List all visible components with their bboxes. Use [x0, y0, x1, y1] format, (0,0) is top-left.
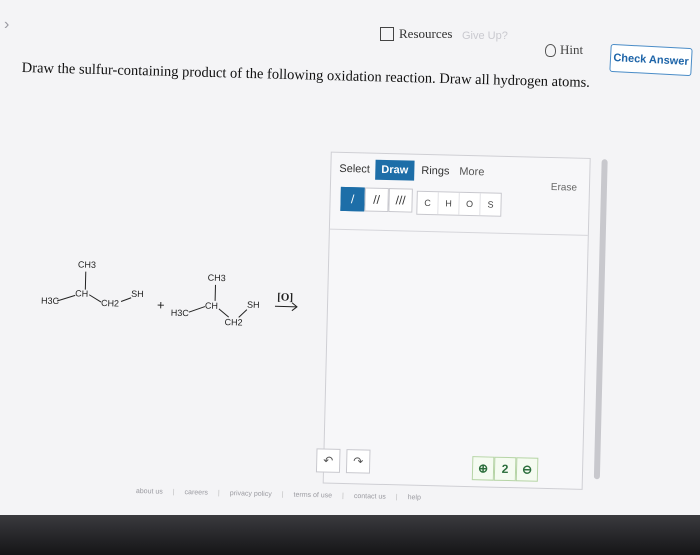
plus-sign: + — [157, 297, 165, 312]
redo-icon[interactable]: ↷ — [345, 449, 371, 474]
reaction-drawing: CH3 H3C CH CH2 SH + CH3 H3C CH CH2 SH [O… — [41, 259, 298, 328]
r2-bond-sh — [238, 309, 248, 318]
footer-link-terms[interactable]: terms of use — [294, 492, 333, 500]
footer-separator: | — [342, 492, 344, 500]
footer-separator: | — [281, 491, 284, 499]
double-bond-button[interactable]: // — [364, 187, 389, 213]
footer-link-careers[interactable]: careers — [185, 489, 208, 497]
resources-button[interactable]: Resources — [380, 26, 452, 42]
hint-label: Hint — [560, 42, 584, 57]
footer-link-contact[interactable]: contact us — [354, 493, 386, 501]
work-area: CH3 H3C CH CH2 SH + CH3 H3C CH CH2 SH [O… — [10, 98, 628, 513]
bond-tools: / // /// — [340, 186, 413, 213]
structure-editor[interactable]: Select Draw Rings More Erase / // /// C … — [315, 151, 608, 490]
atom-hydrogen-button[interactable]: H — [438, 192, 460, 215]
atom-tools: C H O S — [416, 190, 502, 217]
history-controls: ↶ ↷ — [315, 448, 371, 474]
give-up-button[interactable]: Give Up? — [462, 30, 508, 42]
check-answer-button[interactable]: Check Answer — [609, 43, 693, 77]
r2-h3c-label: H3C — [171, 308, 190, 318]
footer-separator: | — [217, 489, 220, 497]
tab-more[interactable]: More — [459, 166, 484, 179]
footer-link-privacy[interactable]: privacy policy — [230, 490, 272, 498]
footer-link-about[interactable]: about us — [136, 488, 163, 496]
footer-link-help[interactable]: help — [408, 494, 421, 501]
editor-toolbar: Select Draw Rings More Erase / // /// C … — [329, 152, 590, 236]
oxidant-label: [O] — [277, 291, 293, 303]
r2-ch-label: CH — [205, 301, 218, 311]
resources-icon — [380, 27, 394, 41]
atom-carbon-button[interactable]: C — [417, 191, 439, 215]
back-chevron-icon[interactable]: › — [4, 16, 9, 34]
r1-ch3-label: CH3 — [78, 259, 96, 269]
resources-label: Resources — [399, 26, 453, 41]
monitor-bezel — [0, 515, 700, 555]
atom-sulfur-button[interactable]: S — [480, 193, 501, 215]
tab-select[interactable]: Select — [339, 163, 370, 176]
reaction-scheme: CH3 H3C CH CH2 SH + CH3 H3C CH CH2 SH [O… — [40, 259, 342, 356]
atom-oxygen-button[interactable]: O — [459, 192, 481, 216]
r1-ch-label: CH — [75, 288, 88, 298]
undo-icon[interactable]: ↶ — [315, 448, 341, 473]
zoom-in-icon[interactable]: ⊕ — [471, 456, 495, 481]
footer-separator: | — [172, 488, 175, 496]
zoom-controls: ⊕ 2 ⊖ — [471, 456, 539, 482]
triple-bond-button[interactable]: /// — [388, 188, 413, 213]
r2-ch2-label: CH2 — [224, 317, 242, 327]
single-bond-button[interactable]: / — [340, 186, 365, 212]
zoom-reset-icon[interactable]: 2 — [493, 456, 517, 482]
tab-rings[interactable]: Rings — [421, 165, 449, 178]
zoom-out-icon[interactable]: ⊖ — [515, 457, 539, 482]
editor-scrollbar[interactable] — [593, 159, 608, 480]
r1-sh-label: SH — [131, 289, 144, 299]
r2-bond-down — [218, 308, 230, 318]
r1-bond-sh — [120, 297, 132, 302]
r1-h3c-label: H3C — [41, 296, 60, 306]
r2-ch3-label: CH3 — [208, 273, 226, 283]
r1-ch2-label: CH2 — [101, 298, 119, 308]
lightbulb-icon — [545, 43, 556, 57]
footer-separator: | — [395, 493, 398, 501]
top-toolbar: Resources Give Up? Hint Check Answer — [380, 18, 700, 77]
tab-draw[interactable]: Draw — [375, 159, 415, 181]
r1-bond-left — [56, 294, 76, 302]
r2-bond-left — [188, 306, 206, 313]
r2-sh-label: SH — [247, 300, 260, 310]
reaction-arrow-shaft — [274, 305, 297, 308]
hint-button[interactable]: Hint — [545, 42, 583, 58]
erase-button[interactable]: Erase — [551, 182, 577, 194]
r1-bond-right — [88, 294, 102, 303]
